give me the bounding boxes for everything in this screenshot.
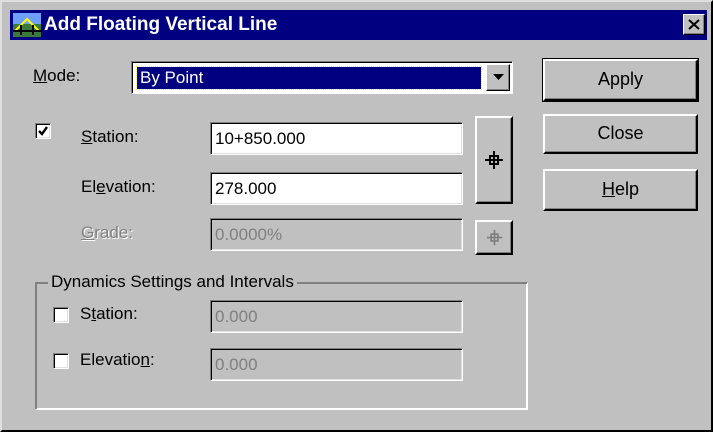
station-input[interactable]: 10+850.000 xyxy=(210,122,463,155)
crosshair-icon xyxy=(485,151,503,169)
dialog-window: Add Floating Vertical Line Mode: By Poin… xyxy=(0,0,713,432)
mode-dropdown[interactable]: By Point xyxy=(131,61,513,94)
dynamics-station-checkbox[interactable] xyxy=(53,307,69,323)
checkmark-icon xyxy=(38,126,48,136)
dynamics-elevation-label: Elevation: xyxy=(80,350,155,369)
apply-button-label: Apply xyxy=(597,69,644,89)
help-button-label: Help xyxy=(601,179,640,199)
bridge-icon xyxy=(12,13,42,37)
dynamics-elevation-input[interactable]: 0.000 xyxy=(210,348,463,381)
window-close-button[interactable] xyxy=(683,14,705,35)
grade-label: Grade: xyxy=(81,223,133,242)
station-checkbox[interactable] xyxy=(35,123,51,139)
help-button[interactable]: Help xyxy=(543,169,698,211)
mode-label: Mode: xyxy=(33,66,81,85)
crosshair-icon xyxy=(486,229,503,246)
grade-pick-button[interactable] xyxy=(475,220,513,255)
pick-point-button[interactable] xyxy=(475,116,513,204)
apply-button[interactable]: Apply xyxy=(542,58,699,102)
dynamics-elevation-checkbox[interactable] xyxy=(53,353,69,369)
station-label: Station: xyxy=(81,127,139,146)
elevation-input[interactable]: 278.000 xyxy=(210,172,463,205)
chevron-down-icon xyxy=(493,74,504,80)
dynamics-station-input[interactable]: 0.000 xyxy=(210,300,463,333)
mode-dropdown-button[interactable] xyxy=(486,64,510,91)
dynamics-station-label: Station: xyxy=(80,304,138,323)
dynamics-group-title: Dynamics Settings and Intervals xyxy=(48,272,297,292)
close-icon xyxy=(688,19,700,30)
title-bar[interactable]: Add Floating Vertical Line xyxy=(10,10,707,40)
mode-label-text: ode: xyxy=(47,66,81,85)
window-title: Add Floating Vertical Line xyxy=(44,14,278,35)
close-button[interactable]: Close xyxy=(543,114,698,154)
close-button-label: Close xyxy=(597,123,644,143)
elevation-label: Elevation: xyxy=(81,177,156,196)
grade-input[interactable]: 0.0000% xyxy=(210,218,463,251)
mode-selected-value: By Point xyxy=(136,66,482,90)
